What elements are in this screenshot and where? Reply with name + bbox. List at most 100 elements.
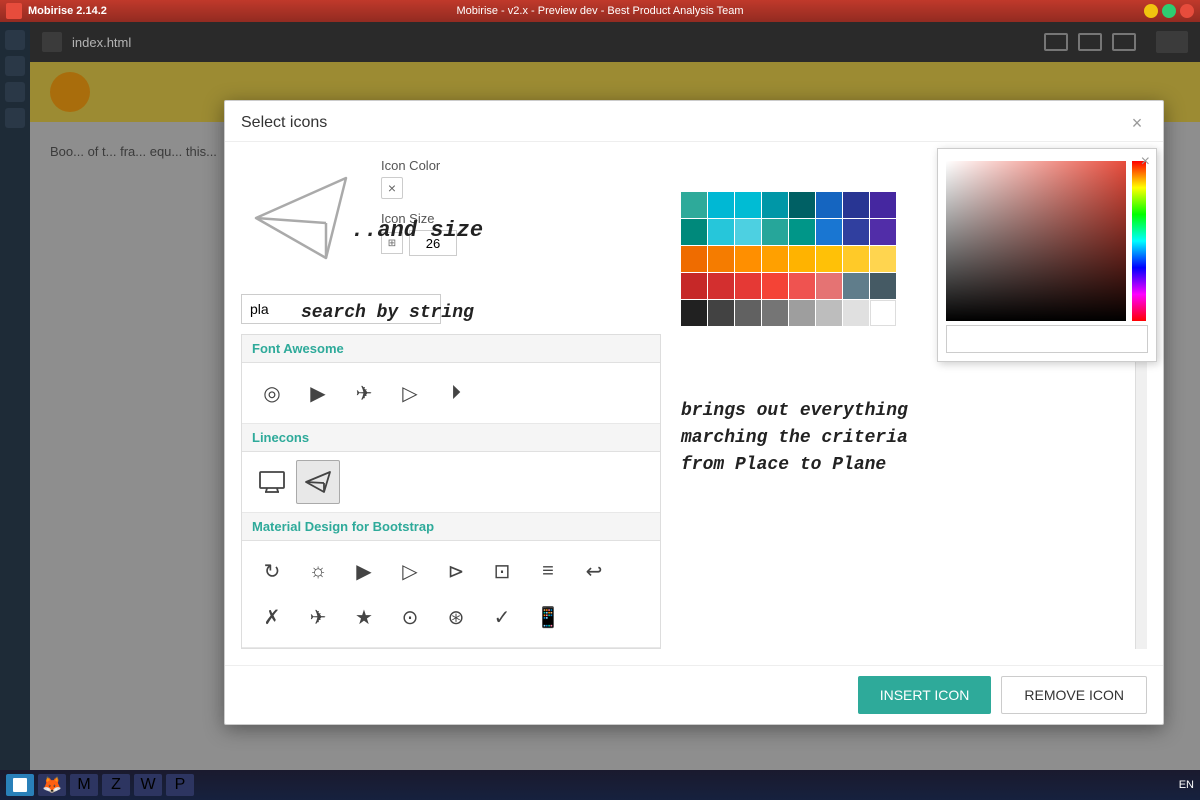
palette-red-4[interactable] bbox=[816, 273, 842, 299]
palette-grey-lighter[interactable] bbox=[843, 300, 869, 326]
palette-yellow-light[interactable] bbox=[870, 246, 896, 272]
modal-title: Select icons bbox=[241, 114, 327, 132]
palette-green-teal[interactable] bbox=[789, 219, 815, 245]
palette-yellow-amber[interactable] bbox=[816, 246, 842, 272]
icon-md-brightness[interactable]: ☼ bbox=[296, 549, 340, 593]
right-panel: Set the color.. ..and size search by str… bbox=[681, 158, 1147, 649]
palette-teal-3[interactable] bbox=[762, 219, 788, 245]
icon-md-shop[interactable]: ⊛ bbox=[434, 595, 478, 639]
palette-orange[interactable] bbox=[708, 246, 734, 272]
taskbar-item-4[interactable]: W bbox=[134, 774, 162, 796]
color-hex-input[interactable] bbox=[946, 325, 1148, 353]
taskbar-item-2[interactable]: M bbox=[70, 774, 98, 796]
palette-red-2[interactable] bbox=[735, 273, 761, 299]
icon-md-refresh[interactable]: ↻ bbox=[250, 549, 294, 593]
palette-red-3[interactable] bbox=[789, 273, 815, 299]
icon-sections[interactable]: Font Awesome ◎ ▶ ✈ ▷ ⏵ Linecons bbox=[241, 334, 661, 649]
gradient-picker[interactable] bbox=[946, 161, 1126, 321]
palette-cyan-light-2[interactable] bbox=[735, 219, 761, 245]
modal-header: Select icons × bbox=[225, 101, 1163, 142]
palette-white[interactable] bbox=[870, 300, 896, 326]
palette-orange-dark[interactable] bbox=[681, 246, 707, 272]
annotation-brings: brings out everythingmarching the criter… bbox=[681, 398, 908, 479]
palette-blue-grey-dark[interactable] bbox=[870, 273, 896, 299]
remove-icon-button[interactable]: REMOVE ICON bbox=[1001, 676, 1147, 714]
taskbar-item-1[interactable]: 🦊 bbox=[38, 774, 66, 796]
icon-md-check[interactable]: ✓ bbox=[480, 595, 524, 639]
icon-md-flight[interactable]: ✈ bbox=[296, 595, 340, 639]
icon-md-cast[interactable]: 📱 bbox=[526, 595, 570, 639]
icon-md-playlist[interactable]: ≡ bbox=[526, 549, 570, 593]
left-panel: Icon Color × Icon Size ⊞ Font Awesome bbox=[241, 158, 661, 649]
minimize-btn[interactable] bbox=[1144, 4, 1158, 18]
icon-fa-play-circle-o[interactable]: ▷ bbox=[388, 371, 432, 415]
color-row: × bbox=[381, 177, 661, 199]
start-button[interactable] bbox=[6, 774, 34, 796]
color-picker-popup: × bbox=[937, 148, 1157, 362]
palette-indigo-dark[interactable] bbox=[843, 192, 869, 218]
material-icons: ↻ ☼ ▶ ▷ ⊳ ⊡ ≡ ↩ ✗ ✈ ★ ⊙ ⊛ ✓ 📱 bbox=[242, 541, 660, 648]
icon-md-play2[interactable]: ▷ bbox=[388, 549, 432, 593]
palette-cyan[interactable] bbox=[735, 192, 761, 218]
palette-cyan-dark[interactable] bbox=[762, 192, 788, 218]
icon-md-noplane[interactable]: ✗ bbox=[250, 595, 294, 639]
icon-md-play3[interactable]: ⊳ bbox=[434, 549, 478, 593]
section-linecons: Linecons bbox=[242, 424, 660, 452]
color-size-controls: Icon Color × Icon Size ⊞ bbox=[381, 158, 661, 264]
color-picker-inner bbox=[946, 161, 1148, 321]
palette-amber-dark[interactable] bbox=[735, 246, 761, 272]
palette-black[interactable] bbox=[681, 300, 707, 326]
palette-blue[interactable] bbox=[816, 219, 842, 245]
palette-blue-grey[interactable] bbox=[843, 273, 869, 299]
taskbar-item-5[interactable]: P bbox=[166, 774, 194, 796]
taskbar: 🦊 M Z W P EN bbox=[0, 770, 1200, 800]
icon-fa-plane[interactable]: ✈ bbox=[342, 371, 386, 415]
hue-slider[interactable] bbox=[1132, 161, 1146, 321]
modal-footer: INSERT ICON REMOVE ICON bbox=[225, 665, 1163, 724]
palette-purple-dark[interactable] bbox=[870, 192, 896, 218]
icon-md-undo[interactable]: ↩ bbox=[572, 549, 616, 593]
modal-close-button[interactable]: × bbox=[1127, 113, 1147, 133]
palette-grey[interactable] bbox=[735, 300, 761, 326]
icon-md-star[interactable]: ★ bbox=[342, 595, 386, 639]
icon-fa-play[interactable]: ▶ bbox=[296, 371, 340, 415]
palette-grey-dark[interactable] bbox=[708, 300, 734, 326]
palette-amber-light[interactable] bbox=[789, 246, 815, 272]
taskbar-item-3[interactable]: Z bbox=[102, 774, 130, 796]
size-input[interactable] bbox=[409, 230, 457, 256]
icon-lc-plane[interactable] bbox=[296, 460, 340, 504]
color-close-button[interactable]: × bbox=[381, 177, 403, 199]
palette-cyan-light[interactable] bbox=[708, 192, 734, 218]
titlebar: Mobirise 2.14.2 Mobirise - v2.x - Previe… bbox=[0, 0, 1200, 22]
palette-yellow[interactable] bbox=[843, 246, 869, 272]
palette-cyan-2[interactable] bbox=[708, 219, 734, 245]
maximize-btn[interactable] bbox=[1162, 4, 1176, 18]
palette-teal[interactable] bbox=[681, 192, 707, 218]
icon-lc-monitor[interactable] bbox=[250, 460, 294, 504]
palette-grey-light[interactable] bbox=[816, 300, 842, 326]
palette-teal-2[interactable] bbox=[681, 219, 707, 245]
palette-blue-dark[interactable] bbox=[816, 192, 842, 218]
palette-red[interactable] bbox=[708, 273, 734, 299]
palette-grey-2[interactable] bbox=[762, 300, 788, 326]
search-input[interactable] bbox=[241, 294, 441, 324]
close-btn[interactable] bbox=[1180, 4, 1194, 18]
size-row: ⊞ bbox=[381, 230, 661, 256]
icon-md-play[interactable]: ▶ bbox=[342, 549, 386, 593]
icon-md-bag[interactable]: ⊡ bbox=[480, 549, 524, 593]
icon-fa-play-btn[interactable]: ⏵ bbox=[434, 371, 478, 415]
palette-amber[interactable] bbox=[762, 246, 788, 272]
palette-purple[interactable] bbox=[870, 219, 896, 245]
icon-md-pin[interactable]: ⊙ bbox=[388, 595, 432, 639]
icon-fa-play-circle[interactable]: ◎ bbox=[250, 371, 294, 415]
palette-indigo[interactable] bbox=[843, 219, 869, 245]
titlebar-center-text: Mobirise - v2.x - Preview dev - Best Pro… bbox=[456, 5, 743, 17]
palette-red-dark[interactable] bbox=[681, 273, 707, 299]
color-picker-close-button[interactable]: × bbox=[1141, 153, 1150, 171]
font-awesome-icons: ◎ ▶ ✈ ▷ ⏵ bbox=[242, 363, 660, 424]
insert-icon-button[interactable]: INSERT ICON bbox=[858, 676, 992, 714]
palette-red-light[interactable] bbox=[762, 273, 788, 299]
palette-grey-3[interactable] bbox=[789, 300, 815, 326]
palette-teal-dark[interactable] bbox=[789, 192, 815, 218]
size-icon: ⊞ bbox=[381, 232, 403, 254]
